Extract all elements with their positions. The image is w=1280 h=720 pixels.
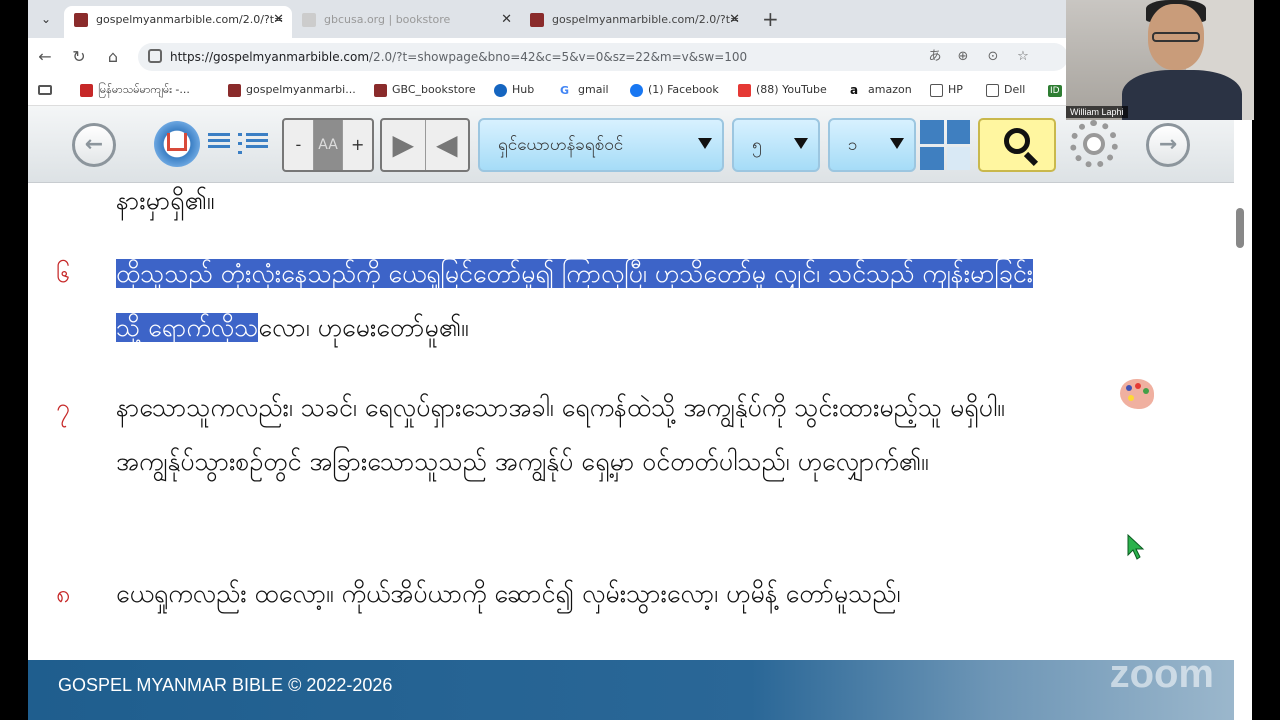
tab-title: gospelmyanmarbible.com/2.0/?t= xyxy=(552,13,740,26)
chevron-down-icon xyxy=(794,138,808,149)
tab-title: gospelmyanmarbible.com/2.0/?t= xyxy=(96,13,284,26)
layout-controls: ▶ ◀ xyxy=(380,118,470,172)
verse-text[interactable]: ယေရှုကလည်း ထလော့။ ကိုယ်အိပ်ယာကို ဆောင်၍ … xyxy=(116,567,1036,621)
search-icon xyxy=(1004,128,1030,154)
list-view-icon[interactable] xyxy=(200,130,230,158)
tab-1[interactable]: gospelmyanmarbible.com/2.0/?t= ✕ xyxy=(64,6,292,38)
tab-title: gbcusa.org | bookstore xyxy=(324,13,451,26)
participant-name: William Laphi xyxy=(1066,106,1128,118)
close-tab-icon[interactable]: ✕ xyxy=(729,6,740,34)
bookmark-favicon-icon xyxy=(228,84,241,97)
google-icon: G xyxy=(560,84,573,97)
home-button[interactable] xyxy=(154,121,200,167)
verse-select[interactable]: ၁ xyxy=(828,118,916,172)
verse-fragment: နားမှာရှိ၏။ xyxy=(116,186,215,215)
bible-toolbar: ← - AA + ▶ ◀ ရှင်ယောဟန်ခရစ်ဝင် ၅ ၁ → xyxy=(28,106,1234,183)
chevron-down-icon xyxy=(698,138,712,149)
arrow-right-icon: → xyxy=(1158,132,1178,157)
reload-icon[interactable]: ↻ xyxy=(68,46,90,68)
home-icon[interactable]: ⌂ xyxy=(102,46,124,68)
bookmark-item[interactable]: (1) Facebook xyxy=(630,83,719,97)
webcam-video: William Laphi xyxy=(1066,0,1254,120)
bookmark-favicon-icon xyxy=(80,84,93,97)
bookmark-item[interactable]: Hub xyxy=(494,83,534,97)
verse-text[interactable]: ထိုသူသည် တုံးလုံးနေသည်ကို ယေရှုမြင်တော်မ… xyxy=(116,247,1036,355)
apps-grid-icon[interactable] xyxy=(38,85,52,95)
back-arrow-icon[interactable]: ← xyxy=(34,46,56,68)
folder-icon xyxy=(930,84,943,97)
search-button[interactable] xyxy=(978,118,1056,172)
tab-list-menu-icon[interactable]: ⌄ xyxy=(34,8,58,30)
bookmark-star-icon[interactable]: ☆ xyxy=(1014,49,1032,65)
verse-number: ၆ xyxy=(56,259,71,288)
book-select[interactable]: ရှင်ယောဟန်ခရစ်ဝင် xyxy=(478,118,724,172)
bookmark-item[interactable]: a amazon xyxy=(850,83,912,97)
bookmark-item[interactable]: Ggmail xyxy=(560,83,609,97)
chevron-down-icon xyxy=(890,138,904,149)
chapter-select-value: ၅ xyxy=(752,135,762,155)
extension-icon[interactable]: ⊙ xyxy=(984,49,1002,65)
scrollbar[interactable] xyxy=(1234,183,1252,720)
expand-left-icon[interactable]: ◀ xyxy=(426,120,469,170)
font-size-controls: - AA + xyxy=(282,118,374,172)
house-icon xyxy=(167,133,187,151)
amazon-icon: a xyxy=(850,84,863,97)
bookmark-item[interactable]: မြန်မာသမ်မာကျမ်း -... xyxy=(80,83,190,99)
gear-icon[interactable] xyxy=(1070,120,1118,168)
verse-number: ၈ xyxy=(56,579,71,608)
tab-3[interactable]: gospelmyanmarbible.com/2.0/?t= ✕ xyxy=(520,6,748,38)
folder-icon xyxy=(986,84,999,97)
book-select-value: ရှင်ယောဟန်ခရစ်ဝင် xyxy=(498,135,624,155)
facebook-icon xyxy=(630,84,643,97)
verse-select-value: ၁ xyxy=(848,135,858,155)
zoom-watermark: zoom xyxy=(1109,652,1214,696)
translate-icon[interactable]: あ xyxy=(926,49,944,65)
bookmark-folder[interactable]: Dell xyxy=(986,83,1025,97)
page-footer: GOSPEL MYANMAR BIBLE © 2022-2026 zoom xyxy=(28,652,1234,720)
screen: ⌄ gospelmyanmarbible.com/2.0/?t= ✕ gbcus… xyxy=(0,0,1280,720)
font-reset-button[interactable]: AA xyxy=(313,120,344,170)
zoom-icon[interactable]: ⊕ xyxy=(954,49,972,65)
site-favicon-icon xyxy=(74,13,88,27)
expand-right-icon[interactable]: ▶ xyxy=(382,120,426,170)
site-info-icon[interactable] xyxy=(148,49,162,63)
tab-2[interactable]: gbcusa.org | bookstore ✕ xyxy=(292,6,520,38)
close-tab-icon[interactable]: ✕ xyxy=(273,6,284,34)
new-tab-icon[interactable]: + xyxy=(762,6,779,32)
bookmark-item[interactable]: gospelmyanmarbi... xyxy=(228,83,356,97)
bookmark-item[interactable]: (88) YouTube xyxy=(738,83,827,97)
site-favicon-icon xyxy=(302,13,316,27)
mouse-cursor-icon xyxy=(1127,533,1145,560)
font-increase-button[interactable]: + xyxy=(343,120,372,170)
url-input[interactable]: https://gospelmyanmarbible.com/2.0/?t=sh… xyxy=(138,43,1068,71)
grid-view-icon[interactable] xyxy=(920,120,970,170)
verse-number: ၇ xyxy=(56,393,71,422)
bookmark-item[interactable]: ID xyxy=(1048,83,1062,97)
youtube-icon xyxy=(738,84,751,97)
arrow-left-icon: ← xyxy=(84,132,104,157)
bulleted-list-icon[interactable] xyxy=(238,130,268,158)
selected-text[interactable]: ထိုသူသည် တုံးလုံးနေသည်ကို ယေရှုမြင်တော်မ… xyxy=(116,259,1034,342)
bookmark-item[interactable]: GBC_bookstore xyxy=(374,83,476,97)
url-text: https://gospelmyanmarbible.com/2.0/?t=sh… xyxy=(170,50,748,64)
font-decrease-button[interactable]: - xyxy=(284,120,314,170)
close-tab-icon[interactable]: ✕ xyxy=(501,6,512,34)
copyright-text: GOSPEL MYANMAR BIBLE © 2022-2026 xyxy=(58,675,393,695)
bookmark-folder[interactable]: HP xyxy=(930,83,963,97)
palette-icon[interactable] xyxy=(1120,379,1154,409)
site-favicon-icon xyxy=(530,13,544,27)
scripture-content: နားမှာရှိ၏။ ၆ ထိုသူသည် တုံးလုံးနေသည်ကို … xyxy=(28,183,1234,660)
bookmark-favicon-icon xyxy=(494,84,507,97)
verse-text[interactable]: နာသောသူကလည်း၊ သခင်၊ ရေလှုပ်ရှားသောအခါ၊ ရ… xyxy=(116,381,1036,489)
scrollbar-thumb[interactable] xyxy=(1236,208,1244,248)
next-chapter-button[interactable]: → xyxy=(1146,123,1190,167)
bookmark-favicon-icon xyxy=(374,84,387,97)
chapter-select[interactable]: ၅ xyxy=(732,118,820,172)
previous-chapter-button[interactable]: ← xyxy=(72,123,116,167)
